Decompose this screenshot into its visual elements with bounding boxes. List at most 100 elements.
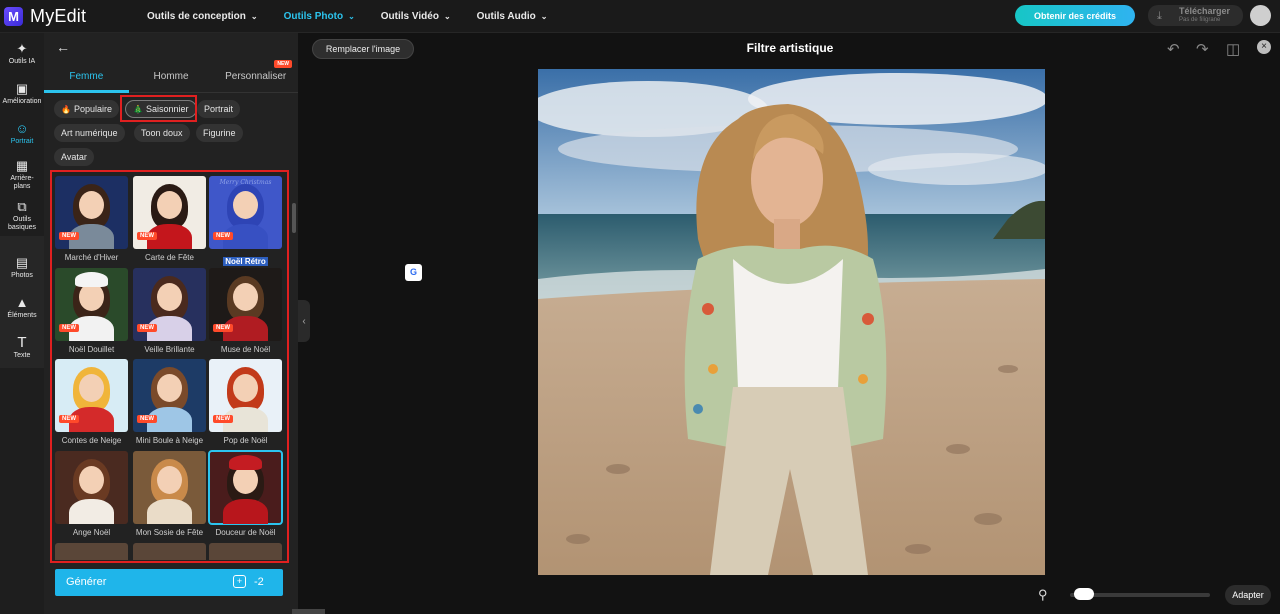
thumb-face <box>233 374 258 402</box>
new-badge: NEW <box>274 60 293 68</box>
style-label-wrap: Veille Brillante <box>133 345 206 354</box>
thumb-caption: Merry Christmas <box>219 179 272 186</box>
chip-populaire[interactable]: 🔥 Populaire <box>54 100 119 118</box>
tab-femme[interactable]: Femme <box>44 66 129 93</box>
nav-video-tools[interactable]: Outils Vidéo ⌄ <box>381 11 451 22</box>
chip-label: Toon doux <box>141 128 183 138</box>
style-card[interactable]: NEW Carte de Fête <box>133 176 206 262</box>
style-card[interactable]: Douceur de Noël <box>208 450 283 537</box>
get-credits-button[interactable]: Obtenir des crédits <box>1015 5 1135 26</box>
style-label: Ange Noël <box>72 528 111 537</box>
rail-item-basic-tools[interactable]: ⧉ Outils basiques <box>0 199 44 232</box>
style-card[interactable]: NEW Pop de Noël <box>209 359 282 445</box>
chip-art-numerique[interactable]: Art numérique <box>54 124 125 142</box>
nav-label: Outils Vidéo <box>380 10 439 22</box>
style-label-wrap: Douceur de Noël <box>209 528 282 537</box>
new-badge: NEW <box>137 324 157 332</box>
photo-icon: ▤ <box>15 255 29 270</box>
style-card[interactable]: NEW Muse de Noël <box>209 268 282 354</box>
thumb-body <box>223 499 268 524</box>
replace-image-button[interactable]: Remplacer l'image <box>312 39 414 59</box>
zoom-icon[interactable]: ⚲ <box>1038 587 1048 603</box>
chip-label: Avatar <box>61 152 87 162</box>
rail-item-portrait[interactable]: ☺ Portrait <box>0 121 44 146</box>
style-card[interactable]: Merry Christmas NEW Noël Rétro <box>209 176 282 266</box>
style-card[interactable]: NEW Noël Douillet <box>55 268 128 354</box>
credit-cost: + -2 <box>233 575 264 588</box>
style-thumbnail <box>208 450 283 525</box>
avatar[interactable] <box>1250 5 1271 26</box>
style-label-wrap: Noël Douillet <box>55 345 128 354</box>
style-card[interactable]: Ange Noël <box>55 451 128 537</box>
redo-icon[interactable]: ↷ <box>1196 40 1209 58</box>
style-thumbnail <box>133 451 206 524</box>
thumb-face <box>157 191 182 219</box>
style-card-partial[interactable] <box>55 543 128 560</box>
style-label: Noël Douillet <box>68 345 115 354</box>
zoom-slider-knob[interactable] <box>1074 588 1094 600</box>
style-label: Contes de Neige <box>61 436 122 445</box>
panel-scrollbar[interactable] <box>292 203 296 233</box>
main-nav: Outils de conception ⌄ Outils Photo ⌄ Outi… <box>147 11 573 22</box>
collapse-panel-handle[interactable]: ‹ <box>298 300 310 342</box>
new-badge: NEW <box>59 324 79 332</box>
tab-homme[interactable]: Homme <box>129 66 214 92</box>
style-label: Carte de Fête <box>145 253 194 262</box>
tool-rail: ✦ Outils IA ▣ Amélioration ☺ Portrait ▦ … <box>0 33 44 614</box>
rail-item-photos[interactable]: ▤ Photos <box>0 255 44 280</box>
new-badge: NEW <box>137 232 157 240</box>
style-card-partial[interactable] <box>133 543 206 560</box>
beach-portrait-image <box>538 69 1045 575</box>
canvas-photo <box>538 69 1045 575</box>
style-card[interactable]: NEW Contes de Neige <box>55 359 128 445</box>
style-label: Douceur de Noël <box>215 528 276 537</box>
chevron-left-icon: ‹ <box>302 315 306 327</box>
chip-label: Figurine <box>203 128 236 138</box>
translate-icon[interactable]: G <box>405 264 422 281</box>
style-card[interactable]: NEW Mini Boule à Neige <box>133 359 206 445</box>
generate-button[interactable]: Générer + -2 <box>55 569 283 596</box>
back-arrow-icon[interactable]: ← <box>56 39 70 55</box>
chevron-down-icon: ⌄ <box>540 11 548 21</box>
rail-item-elements[interactable]: ▲ Éléments <box>0 295 44 320</box>
rail-item-text[interactable]: T Texte <box>0 335 44 360</box>
chip-figurine[interactable]: Figurine <box>196 124 243 142</box>
chip-toon-doux[interactable]: Toon doux <box>134 124 190 142</box>
generate-label: Générer <box>66 576 107 588</box>
logo[interactable]: M MyEdit <box>4 6 144 27</box>
fire-icon: 🔥 <box>61 105 71 114</box>
rail-item-backgrounds[interactable]: ▦ Arrière-plans <box>0 158 44 191</box>
rail-label: Photos <box>11 272 33 279</box>
style-label-wrap: Ange Noël <box>55 528 128 537</box>
portrait-icon: ☺ <box>15 121 29 136</box>
compare-icon[interactable]: ◫ <box>1226 40 1240 58</box>
style-label-wrap: Pop de Noël <box>209 436 282 445</box>
nav-audio-tools[interactable]: Outils Audio ⌄ <box>477 11 548 22</box>
rail-item-ai-tools[interactable]: ✦ Outils IA <box>0 41 44 66</box>
rail-label: Portrait <box>10 138 34 145</box>
style-card[interactable]: NEW Marché d'Hiver <box>55 176 128 262</box>
new-badge: NEW <box>59 415 79 423</box>
close-icon[interactable]: × <box>1257 40 1271 54</box>
download-button[interactable]: ⤓ Télécharger Pas de filigrane <box>1148 5 1243 26</box>
chip-portrait[interactable]: Portrait <box>197 100 241 118</box>
undo-icon[interactable]: ↶ <box>1167 40 1180 58</box>
thumb-face <box>79 191 104 219</box>
rail-label: Texte <box>13 352 31 359</box>
fit-button[interactable]: Adapter <box>1225 585 1271 605</box>
style-card-partial[interactable] <box>209 543 282 560</box>
download-icon: ⤓ <box>1157 9 1162 22</box>
style-card[interactable]: Mon Sosie de Fête <box>133 451 206 537</box>
new-badge: NEW <box>59 232 79 240</box>
thumb-body <box>147 499 192 524</box>
chevron-down-icon: ⌄ <box>250 11 258 21</box>
nav-design-tools[interactable]: Outils de conception ⌄ <box>147 11 258 22</box>
tab-label: Personnaliser <box>225 71 287 82</box>
tab-personnaliser[interactable]: Personnaliser NEW <box>213 60 298 92</box>
style-label-wrap: Muse de Noël <box>209 345 282 354</box>
nav-photo-tools[interactable]: Outils Photo ⌄ <box>284 11 355 22</box>
chip-avatar[interactable]: Avatar <box>54 148 94 166</box>
style-card[interactable]: NEW Veille Brillante <box>133 268 206 354</box>
rail-item-enhance[interactable]: ▣ Amélioration <box>0 81 44 106</box>
thumb-face <box>157 374 182 402</box>
